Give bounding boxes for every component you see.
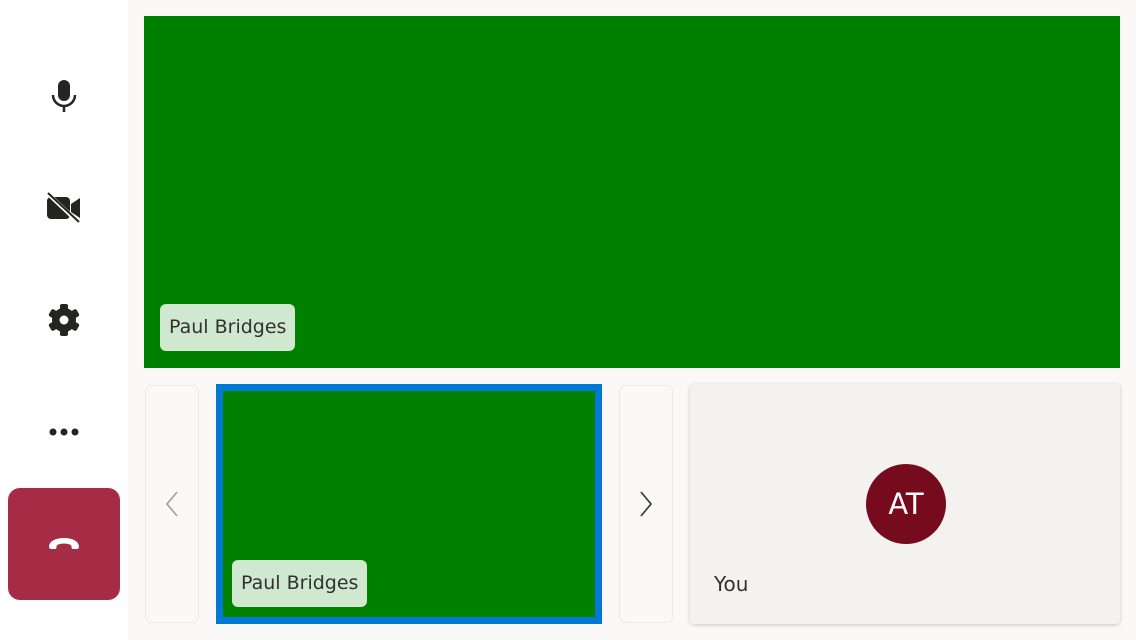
local-participant-label: You xyxy=(714,572,749,596)
hang-up-button[interactable] xyxy=(8,488,120,600)
camera-off-icon xyxy=(46,192,81,224)
participant-name-label: Paul Bridges xyxy=(160,304,296,351)
camera-button[interactable] xyxy=(8,152,120,264)
call-controls-sidebar xyxy=(0,0,128,640)
chevron-left-icon xyxy=(165,491,178,517)
avatar: AT xyxy=(866,464,946,544)
more-options-button[interactable] xyxy=(8,376,120,488)
microphone-icon xyxy=(51,80,77,112)
gallery-tile-selected[interactable]: Paul Bridges xyxy=(216,384,602,624)
microphone-button[interactable] xyxy=(8,40,120,152)
phone-hangup-icon xyxy=(49,538,79,549)
chevron-right-icon xyxy=(640,491,653,517)
participant-name-label: Paul Bridges xyxy=(232,560,368,607)
settings-button[interactable] xyxy=(8,264,120,376)
local-participant-tile: AT You xyxy=(690,384,1120,624)
gallery-previous-button[interactable] xyxy=(145,385,199,623)
gear-icon xyxy=(48,304,80,336)
gallery-next-button[interactable] xyxy=(619,385,673,623)
more-icon xyxy=(49,428,79,436)
main-video: Paul Bridges xyxy=(144,16,1120,368)
